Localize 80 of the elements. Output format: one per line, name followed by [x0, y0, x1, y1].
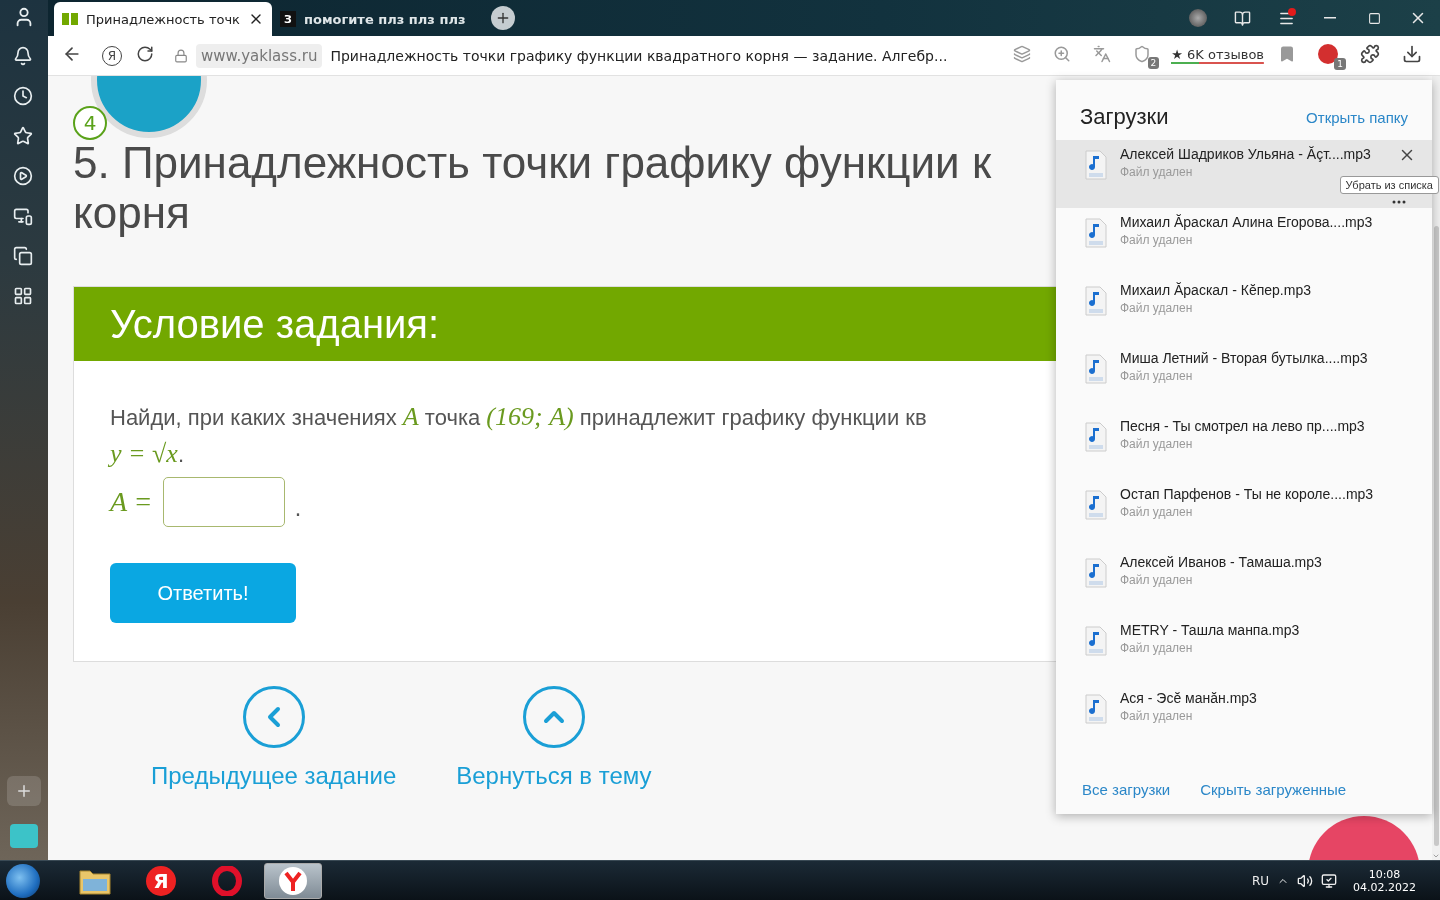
browser-icon	[278, 865, 308, 896]
download-item[interactable]: Михаил Ăраскал - Кĕпер.mp3 Файл удален	[1056, 276, 1432, 344]
bookmarks-icon	[1233, 9, 1251, 27]
clock-time[interactable]: 10:08	[1368, 867, 1401, 881]
file-name: Михаил Ăраскал Алина Егорова....mp3	[1120, 214, 1374, 230]
file-status: Файл удален	[1120, 709, 1194, 723]
period-text: .	[294, 496, 302, 521]
answer-label: A =	[110, 486, 153, 518]
mp3-file-icon	[1084, 694, 1108, 724]
task-title: 5. Принадлежность точки графику функции к корня	[73, 138, 992, 238]
download-item[interactable]: METRY - Ташла манпа.mp3 Файл удален	[1056, 616, 1432, 684]
browser-tab[interactable]: З помогите плз плз плз	[272, 2, 474, 36]
book-icon	[62, 12, 78, 26]
answer-field[interactable]	[162, 477, 285, 527]
browser-tab[interactable]: Принадлежность точк	[54, 2, 272, 36]
file-status: Файл удален	[1120, 165, 1194, 179]
mp3-file-icon	[1084, 354, 1108, 384]
add-button[interactable]	[7, 776, 41, 806]
panel-title: Загрузки	[1080, 104, 1169, 130]
minimize-icon	[1324, 17, 1336, 19]
mp3-file-icon	[1084, 490, 1108, 520]
mp3-file-icon	[1084, 422, 1108, 452]
play-icon[interactable]	[13, 166, 35, 188]
file-status: Файл удален	[1120, 641, 1194, 655]
screenshot-icon[interactable]	[13, 206, 35, 228]
download-item[interactable]: Остап Парфенов - Ты не короле....mp3 Файл удален	[1056, 480, 1432, 548]
file-name: Остап Парфенов - Ты не короле....mp3	[1120, 486, 1375, 502]
download-item[interactable]: Михаил Ăраскал Алина Егорова....mp3 Файл удален	[1056, 208, 1432, 276]
scrollbar-thumb[interactable]	[1434, 226, 1439, 846]
plus-icon	[15, 782, 33, 800]
mp3-file-icon	[1084, 286, 1108, 316]
file-name: Алексей Шадриков Ульяна - Ăçт....mp3	[1120, 146, 1372, 162]
file-name: Михаил Ăраскал - Кĕпер.mp3	[1120, 282, 1312, 298]
file-status: Файл удален	[1120, 437, 1194, 451]
download-item[interactable]: Алексей Иванов - Тамаша.mp3 Файл удален	[1056, 548, 1432, 616]
open-folder-link[interactable]: Открыть папку	[1306, 108, 1408, 126]
file-status: Файл удален	[1120, 573, 1194, 587]
mp3-file-icon	[1084, 626, 1108, 656]
page-title[interactable]: Принадлежность точки графику функции квадратного корня — задание. Алгебр...	[330, 47, 948, 64]
mp3-file-icon	[1084, 150, 1108, 180]
more-icon[interactable]	[1392, 200, 1406, 204]
tooltip: Убрать из списка	[1339, 176, 1439, 194]
footer-link[interactable]: Скрыть загруженные	[1200, 781, 1347, 798]
mp3-file-icon	[1084, 558, 1108, 588]
site-logo-icon: З	[280, 11, 296, 27]
opera-icon	[212, 865, 242, 896]
language-indicator[interactable]: RU	[1251, 873, 1269, 888]
clock-icon[interactable]	[13, 86, 35, 108]
adblock-button[interactable]: 1	[1316, 41, 1346, 70]
download-item[interactable]: Песня - Ты смотрел на лево пр....mp3 Файл удален	[1056, 412, 1432, 480]
url-domain[interactable]: www.yaklass.ru	[196, 43, 323, 68]
file-name: Песня - Ты смотрел на лево пр....mp3	[1120, 418, 1366, 434]
volume-icon[interactable]	[1297, 872, 1313, 889]
file-status: Файл удален	[1120, 233, 1194, 247]
card-title: Условие задания:	[110, 301, 440, 347]
new-tab-button[interactable]	[491, 6, 516, 30]
mp3-file-icon	[1084, 218, 1108, 248]
file-name: METRY - Ташла манпа.mp3	[1120, 622, 1301, 638]
download-item[interactable]: Ася - Эсӗ манăн.mp3 Файл удален	[1056, 684, 1432, 752]
footer-link[interactable]: Все загрузки	[1082, 781, 1171, 798]
taskbar-app[interactable]	[264, 862, 322, 899]
reload-icon	[136, 44, 154, 63]
network-icon[interactable]	[1321, 872, 1337, 889]
protect-button[interactable]: 2	[1131, 42, 1160, 69]
download-item[interactable]: Миша Летний - Вторая бутылка....mp3 Файл удален	[1056, 344, 1432, 412]
restore-icon	[1367, 11, 1381, 25]
file-name: Алексей Иванов - Тамаша.mp3	[1120, 554, 1323, 570]
problem-text: y = √x.	[110, 438, 185, 470]
file-status: Файл удален	[1120, 505, 1194, 519]
file-status: Файл удален	[1120, 369, 1194, 383]
start-button[interactable]	[6, 863, 40, 898]
notes-icon[interactable]	[13, 246, 35, 268]
file-name: Миша Летний - Вторая бутылка....mp3	[1120, 350, 1369, 366]
clock-date[interactable]: 04.02.2022	[1353, 880, 1416, 894]
file-status: Файл удален	[1120, 301, 1194, 315]
problem-text: Найди, при каких значениях A точка (169; A) принадлежит графику функции кв	[110, 401, 927, 433]
file-name: Ася - Эсӗ манăн.mp3	[1120, 690, 1258, 706]
lock-icon[interactable]	[174, 48, 188, 63]
taskbar-app[interactable]: Я	[132, 862, 190, 899]
level-badge: 4	[73, 106, 107, 140]
